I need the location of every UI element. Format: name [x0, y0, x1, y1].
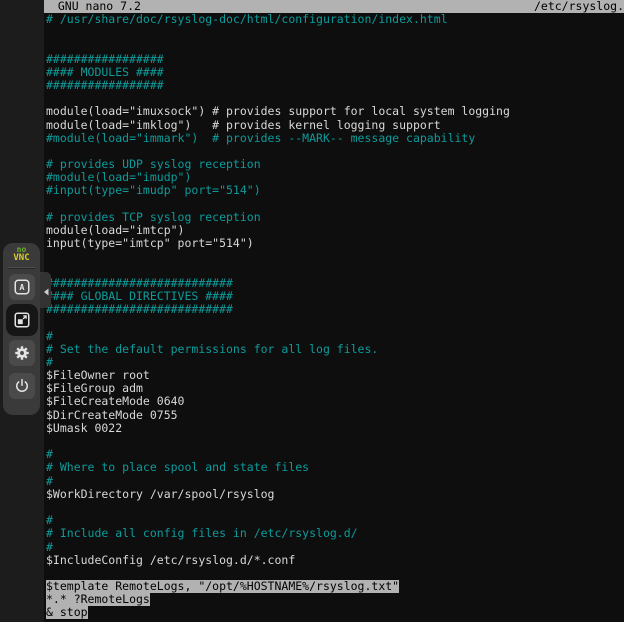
- terminal-line: input(type="imtcp" port="514"): [46, 237, 624, 250]
- terminal-line: module(load="imklog") # provides kernel …: [46, 119, 624, 132]
- terminal-screen[interactable]: GNU nano 7.2 /etc/rsyslog. # /usr/share/…: [44, 0, 624, 622]
- nano-filename-label: /etc/rsyslog.: [534, 0, 624, 13]
- terminal-line: ###########################: [46, 303, 624, 316]
- terminal-line: [46, 567, 624, 580]
- keyboard-button[interactable]: A: [9, 274, 35, 300]
- nano-version-label: GNU nano 7.2: [44, 0, 141, 13]
- panel-collapse-handle[interactable]: [40, 272, 51, 308]
- terminal-line: #################: [46, 79, 624, 92]
- terminal-line: # Set the default permissions for all lo…: [46, 343, 624, 356]
- terminal-line: module(load="imtcp"): [46, 224, 624, 237]
- terminal-line: #: [46, 356, 624, 369]
- terminal-line: #input(type="imudp" port="514"): [46, 184, 624, 197]
- terminal-line: #module(load="immark") # provides --MARK…: [46, 132, 624, 145]
- terminal-line: #### MODULES ####: [46, 66, 624, 79]
- terminal-line: [46, 92, 624, 105]
- terminal-line: # /usr/share/doc/rsyslog-doc/html/config…: [46, 13, 624, 26]
- terminal-line: module(load="imuxsock") # provides suppo…: [46, 105, 624, 118]
- terminal-line: #: [46, 514, 624, 527]
- fullscreen-button[interactable]: [9, 307, 35, 333]
- power-button[interactable]: [9, 373, 35, 399]
- terminal-line: $WorkDirectory /var/spool/rsyslog: [46, 488, 624, 501]
- terminal-line: [46, 145, 624, 158]
- terminal-line: [46, 198, 624, 211]
- fullscreen-icon: [13, 311, 31, 329]
- terminal-line: [46, 316, 624, 329]
- terminal-line: #: [46, 541, 624, 554]
- power-icon: [13, 377, 31, 395]
- nano-titlebar: GNU nano 7.2 /etc/rsyslog.: [44, 0, 624, 13]
- vnc-desktop: { "colors": { "page_bg": "#1c1c1c", "ter…: [0, 0, 624, 622]
- terminal-line: #: [46, 475, 624, 488]
- settings-button[interactable]: [9, 340, 35, 366]
- svg-text:A: A: [19, 282, 24, 292]
- terminal-line: $IncludeConfig /etc/rsyslog.d/*.conf: [46, 554, 624, 567]
- keyboard-icon: A: [13, 278, 31, 296]
- terminal-line: ###########################: [46, 277, 624, 290]
- terminal-body: # /usr/share/doc/rsyslog-doc/html/config…: [44, 13, 624, 620]
- terminal-line: #################: [46, 53, 624, 66]
- collapse-left-arrow-icon: [43, 281, 49, 300]
- terminal-line: [46, 435, 624, 448]
- panel-divider: [8, 267, 35, 269]
- terminal-line: [46, 250, 624, 263]
- settings-gear-icon: [13, 344, 31, 362]
- novnc-logo: no VNC: [13, 246, 29, 262]
- terminal-line: #: [46, 330, 624, 343]
- terminal-line: [46, 26, 624, 39]
- terminal-line: [46, 501, 624, 514]
- terminal-line: *.* ?RemoteLogs: [46, 593, 624, 606]
- terminal-line: $template RemoteLogs, "/opt/%HOSTNAME%/r…: [46, 580, 624, 593]
- terminal-line: # Include all config files in /etc/rsysl…: [46, 527, 624, 540]
- terminal-line: $FileGroup adm: [46, 382, 624, 395]
- terminal-line: # provides TCP syslog reception: [46, 211, 624, 224]
- terminal-line: # Where to place spool and state files: [46, 461, 624, 474]
- terminal-line: #: [46, 448, 624, 461]
- terminal-line: $Umask 0022: [46, 422, 624, 435]
- novnc-logo-bottom: VNC: [13, 254, 29, 262]
- terminal-line: [46, 39, 624, 52]
- terminal-line: & stop: [46, 606, 624, 619]
- vnc-control-panel: no VNC A: [3, 243, 40, 415]
- terminal-line: #### GLOBAL DIRECTIVES ####: [46, 290, 624, 303]
- terminal-line: $FileCreateMode 0640: [46, 395, 624, 408]
- terminal-line: #module(load="imudp"): [46, 171, 624, 184]
- terminal-line: $DirCreateMode 0755: [46, 409, 624, 422]
- terminal-line: $FileOwner root: [46, 369, 624, 382]
- terminal-line: # provides UDP syslog reception: [46, 158, 624, 171]
- terminal-line: [46, 264, 624, 277]
